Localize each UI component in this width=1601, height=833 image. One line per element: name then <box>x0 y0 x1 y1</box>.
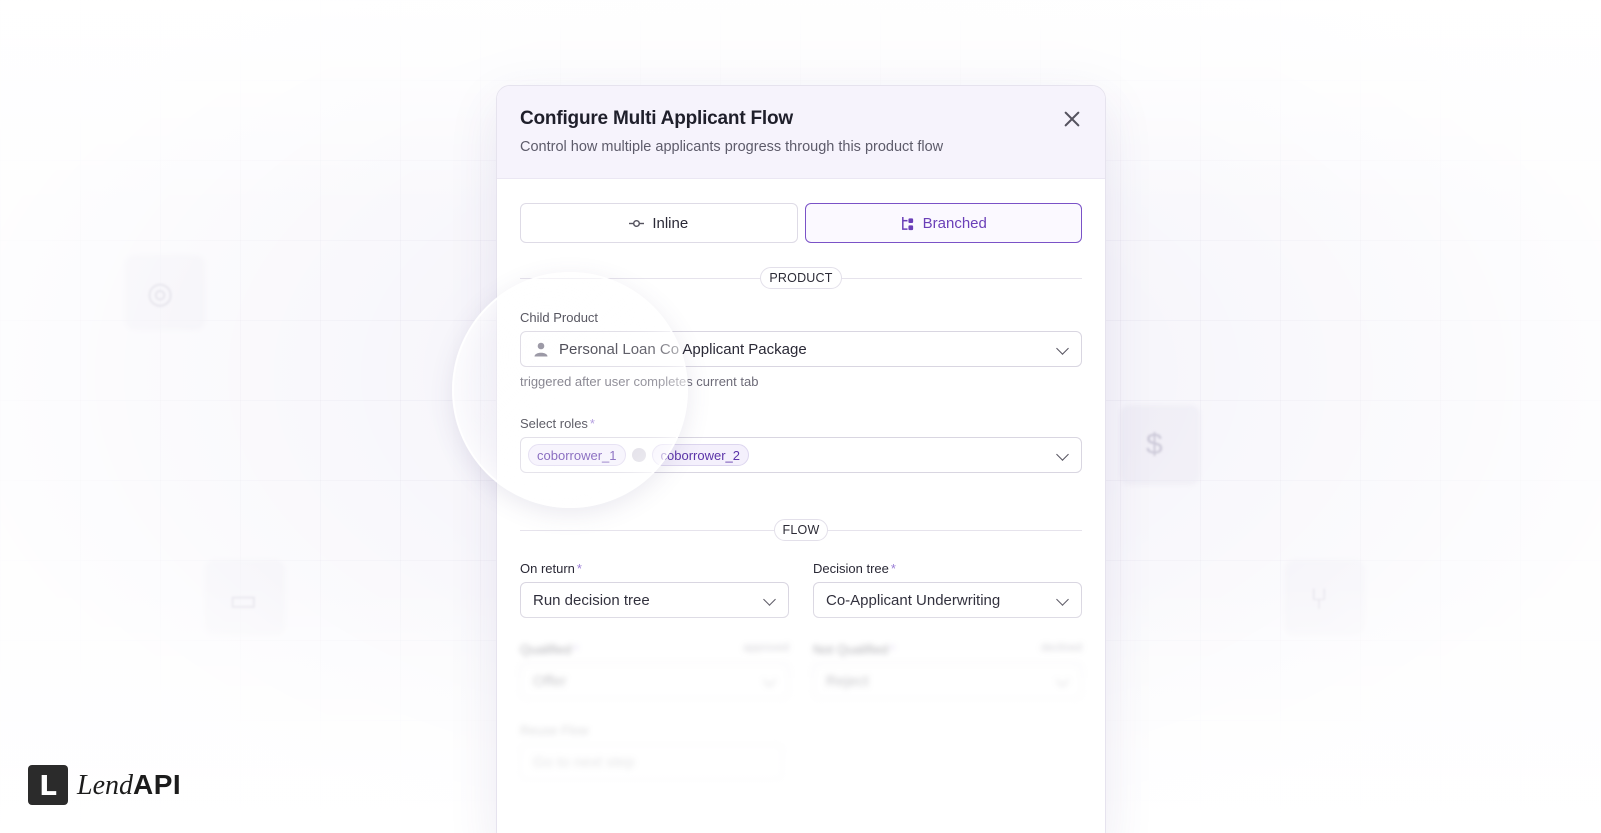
on-return-field: On return * Run decision tree <box>520 561 789 618</box>
product-section-label: PRODUCT <box>760 267 842 289</box>
child-product-helper: triggered after user completes current t… <box>520 374 759 389</box>
roles-multiselect[interactable]: coborrower_1 coborrower_2 <box>520 437 1082 473</box>
role-chip-label: coborrower_2 <box>660 447 741 463</box>
required-marker: * <box>890 642 896 657</box>
modal-body: Inline Branched PRODUCT Child Product Pe… <box>497 179 1105 780</box>
chevron-down-icon <box>1056 593 1069 606</box>
branch-icon <box>901 216 913 230</box>
decision-tree-select[interactable]: Co-Applicant Underwriting <box>813 582 1082 618</box>
modal-title: Configure Multi Applicant Flow <box>520 108 793 129</box>
required-marker: * <box>573 642 579 657</box>
logo-wordmark: LendAPI <box>77 769 181 802</box>
not-qualified-label-text: Not Qualified <box>813 642 889 657</box>
chevron-down-icon <box>763 593 776 606</box>
qualified-value: Offer <box>533 672 567 690</box>
person-icon <box>534 342 548 357</box>
flow-section-divider: FLOW <box>520 519 1082 541</box>
child-product-label: Child Product <box>520 310 599 325</box>
flow-row-1: On return * Run decision tree Decision tr… <box>520 561 1082 618</box>
chevron-down-icon <box>1056 342 1069 355</box>
on-return-select[interactable]: Run decision tree <box>520 582 789 618</box>
roles-label: Select roles * <box>520 416 1082 431</box>
mode-toggle: Inline Branched <box>520 203 1082 243</box>
close-icon[interactable] <box>1061 108 1083 130</box>
not-qualified-field: Not Qualified * declined Reject <box>813 642 1082 699</box>
not-qualified-value: Reject <box>826 672 869 690</box>
not-qualified-label: Not Qualified * declined <box>813 642 1082 657</box>
multi-applicant-modal: Configure Multi Applicant Flow Control h… <box>496 85 1106 833</box>
child-product-field: Child Product Personal Loan Co Applicant… <box>520 310 1082 389</box>
chevron-down-icon <box>763 674 776 687</box>
role-chip[interactable]: coborrower_1 <box>528 444 626 466</box>
chevron-down-icon <box>1056 674 1069 687</box>
on-return-label: On return * <box>520 561 789 576</box>
not-qualified-select[interactable]: Reject <box>813 663 1082 699</box>
child-product-select[interactable]: Personal Loan Co Applicant Package <box>520 331 1082 367</box>
required-marker: * <box>589 416 595 431</box>
not-qualified-tag: declined <box>1041 642 1082 654</box>
logo-mark: L <box>28 765 68 805</box>
qualified-select[interactable]: Offer <box>520 663 789 699</box>
on-return-value: Run decision tree <box>533 591 650 609</box>
chevron-down-icon <box>1056 448 1069 461</box>
lendapi-logo: L LendAPI <box>28 765 181 805</box>
decision-tree-label: Decision tree * <box>813 561 1082 576</box>
on-return-label-text: On return <box>520 561 575 576</box>
logo-lend: Lend <box>77 769 133 801</box>
roles-label-text: Select roles <box>520 416 588 431</box>
product-section-divider: PRODUCT <box>520 267 1082 289</box>
decision-tree-field: Decision tree * Co-Applicant Underwriting <box>813 561 1082 618</box>
reuse-flow-select[interactable]: Go to next step <box>520 744 783 780</box>
qualified-label-text: Qualified <box>520 642 572 657</box>
reuse-flow-label: Reuse Flow <box>520 723 589 738</box>
remove-chip-icon[interactable] <box>631 448 646 462</box>
reuse-flow-value: Go to next step <box>533 753 635 771</box>
commit-icon <box>629 219 645 227</box>
qualified-field: Qualified * approved Offer <box>520 642 789 699</box>
child-product-value: Personal Loan Co Applicant Package <box>559 340 807 358</box>
modal-subtitle: Control how multiple applicants progress… <box>520 139 944 155</box>
required-marker: * <box>576 561 582 576</box>
branched-mode-button[interactable]: Branched <box>804 203 1082 243</box>
qualified-label: Qualified * approved <box>520 642 789 657</box>
inline-mode-button[interactable]: Inline <box>520 203 798 243</box>
roles-field: Select roles * coborrower_1 coborrower_2 <box>520 416 1082 473</box>
flow-section-label: FLOW <box>773 519 829 541</box>
role-chip-label: coborrower_1 <box>537 447 617 463</box>
decision-tree-value: Co-Applicant Underwriting <box>826 591 1001 609</box>
role-chip[interactable]: coborrower_2 <box>651 444 749 466</box>
inline-mode-label: Inline <box>652 214 689 232</box>
logo-api: API <box>133 768 182 800</box>
flow-row-2: Qualified * approved Offer Not Qualified * d… <box>520 642 1082 699</box>
required-marker: * <box>890 561 896 576</box>
reuse-flow-field: Reuse Flow Go to next step <box>520 723 783 780</box>
modal-header: Configure Multi Applicant Flow Control h… <box>497 86 1105 179</box>
decision-tree-label-text: Decision tree <box>813 561 889 576</box>
branched-mode-label: Branched <box>922 214 987 232</box>
qualified-tag: approved <box>743 642 789 654</box>
